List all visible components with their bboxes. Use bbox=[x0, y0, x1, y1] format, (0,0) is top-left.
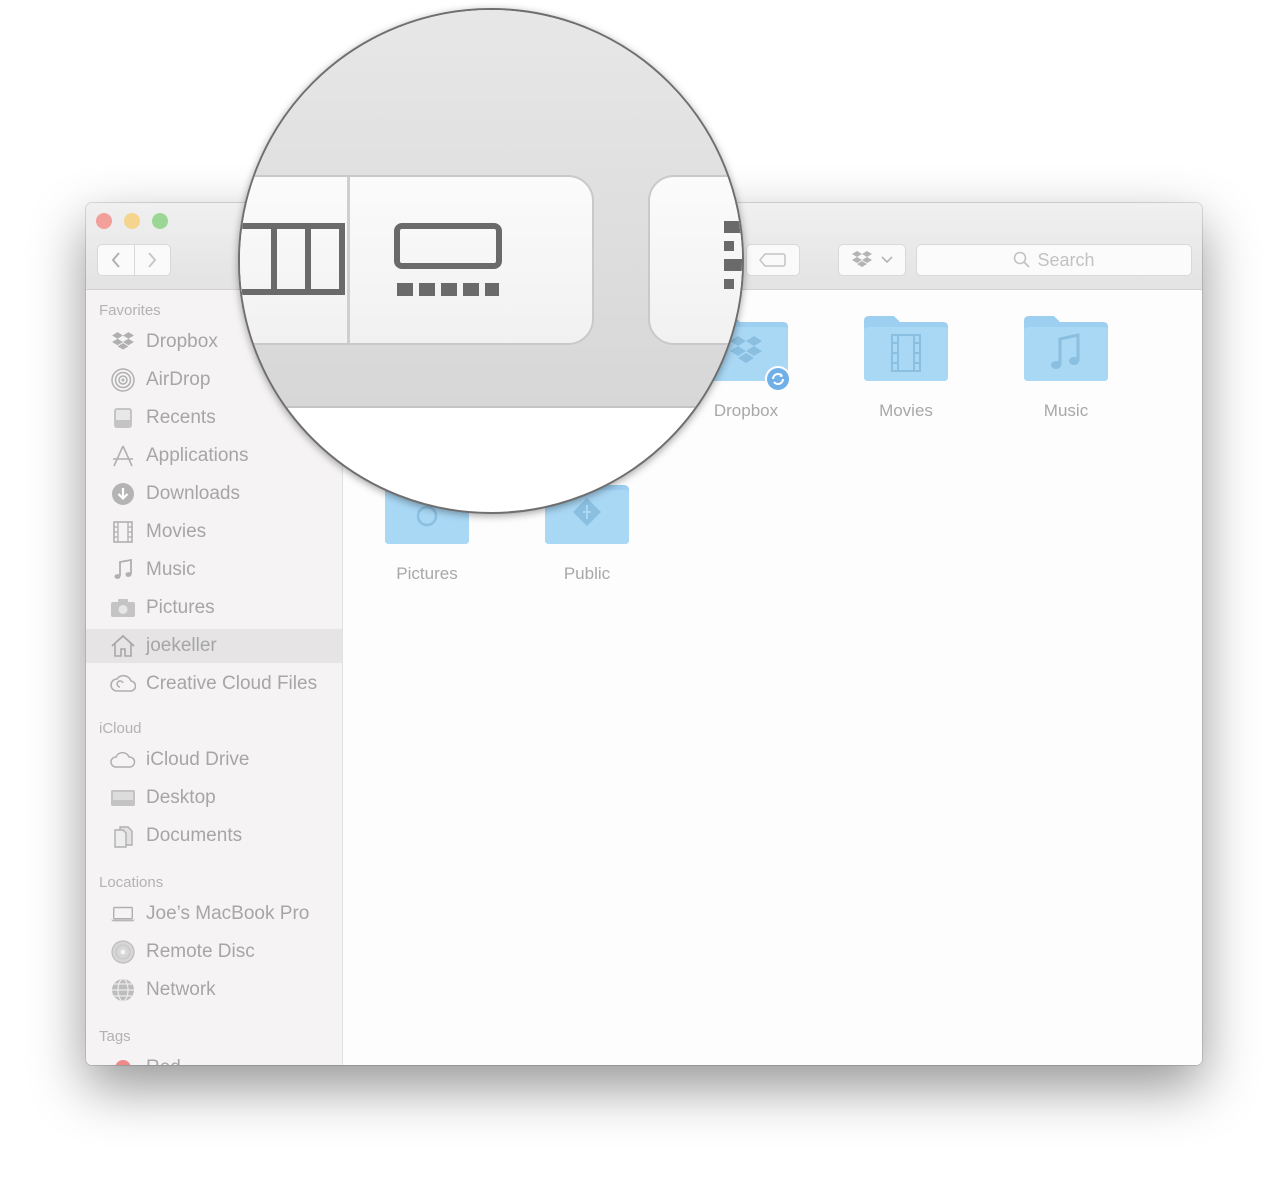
file-label: Pictures bbox=[396, 564, 458, 583]
sidebar-item-label: Documents bbox=[146, 825, 243, 846]
sidebar-item-macbook[interactable]: Joe’s MacBook Pro bbox=[86, 897, 342, 931]
gallery-view-icon[interactable] bbox=[394, 223, 504, 299]
file-label: Music bbox=[1043, 401, 1089, 420]
home-icon bbox=[110, 633, 136, 659]
search-placeholder: Search bbox=[1037, 249, 1095, 270]
search-field[interactable]: Search bbox=[916, 244, 1192, 276]
sidebar-item-label: Creative Cloud Files bbox=[146, 673, 318, 694]
back-button[interactable] bbox=[98, 245, 134, 275]
sidebar-item-pictures[interactable]: Pictures bbox=[86, 591, 342, 625]
cloud-icon bbox=[110, 747, 136, 773]
magnifier-callout bbox=[238, 8, 744, 514]
sidebar-item-label: Applications bbox=[146, 445, 249, 466]
sync-badge-icon bbox=[765, 366, 791, 392]
network-icon bbox=[110, 977, 136, 1003]
chevron-left-icon bbox=[111, 252, 120, 268]
sidebar-item-tag-red[interactable]: Red bbox=[86, 1051, 342, 1065]
dropbox-icon bbox=[110, 329, 136, 355]
sidebar-item-label: joekeller bbox=[146, 635, 217, 656]
file-label: Public bbox=[563, 564, 611, 583]
column-view-icon bbox=[242, 223, 345, 295]
sidebar-item-label: Remote Disc bbox=[146, 941, 255, 962]
sidebar-item-label: iCloud Drive bbox=[146, 749, 250, 770]
sidebar-item-music[interactable]: Music bbox=[86, 553, 342, 587]
sidebar-item-network[interactable]: Network bbox=[86, 973, 342, 1007]
airdrop-icon bbox=[110, 367, 136, 393]
sidebar-item-label: Desktop bbox=[146, 787, 216, 808]
chevron-right-icon bbox=[148, 252, 157, 268]
disc-icon bbox=[110, 939, 136, 965]
edit-tags-button[interactable] bbox=[746, 244, 800, 276]
sidebar-item-documents[interactable]: Documents bbox=[86, 819, 342, 853]
sidebar-item-label: Network bbox=[146, 979, 216, 1000]
navigation-buttons bbox=[97, 244, 171, 276]
sidebar-item-movies[interactable]: Movies bbox=[86, 515, 342, 549]
desktop-icon bbox=[110, 785, 136, 811]
sidebar-item-label: Movies bbox=[146, 521, 207, 542]
applications-icon bbox=[110, 443, 136, 469]
tag-icon bbox=[759, 253, 786, 267]
sidebar-item-downloads[interactable]: Downloads bbox=[86, 477, 342, 511]
segment-divider bbox=[347, 177, 350, 343]
sidebar-item-label: Downloads bbox=[146, 483, 240, 504]
section-favorites: Favorites bbox=[99, 302, 161, 319]
sidebar-item-label: AirDrop bbox=[146, 369, 211, 390]
magnified-group-control bbox=[648, 175, 742, 345]
sidebar-item-creative-cloud-files[interactable]: Creative Cloud Files bbox=[86, 667, 342, 701]
sidebar-item-label: Recents bbox=[146, 407, 216, 428]
magnified-toolbar bbox=[240, 10, 742, 408]
music-icon bbox=[110, 557, 136, 583]
zoom-window-button[interactable] bbox=[152, 213, 168, 229]
section-locations: Locations bbox=[99, 874, 164, 891]
chevron-down-icon bbox=[881, 256, 893, 264]
movies-folder-icon bbox=[862, 313, 950, 383]
magnified-view-control bbox=[240, 175, 594, 345]
sidebar-item-label: Music bbox=[146, 559, 196, 580]
music-folder-icon bbox=[1022, 313, 1110, 383]
file-label: Movies bbox=[879, 401, 933, 420]
section-icloud: iCloud bbox=[99, 720, 142, 737]
sidebar-item-label: Red bbox=[146, 1057, 181, 1065]
section-tags: Tags bbox=[99, 1028, 131, 1045]
movies-icon bbox=[110, 519, 136, 545]
dropbox-menu-button[interactable] bbox=[838, 244, 906, 276]
pictures-icon bbox=[110, 595, 136, 621]
forward-button[interactable] bbox=[133, 245, 171, 275]
sidebar-item-icloud-drive[interactable]: iCloud Drive bbox=[86, 743, 342, 777]
sidebar-item-remote-disc[interactable]: Remote Disc bbox=[86, 935, 342, 969]
sidebar-item-desktop[interactable]: Desktop bbox=[86, 781, 342, 815]
folder-item-movies[interactable]: Movies bbox=[836, 313, 976, 421]
laptop-icon bbox=[110, 901, 136, 927]
documents-icon bbox=[110, 823, 136, 849]
dropbox-icon bbox=[852, 251, 872, 267]
group-by-icon bbox=[724, 221, 742, 289]
folder-item-music[interactable]: Music bbox=[996, 313, 1136, 421]
downloads-icon bbox=[110, 481, 136, 507]
sidebar-item-joekeller[interactable]: joekeller bbox=[86, 629, 342, 663]
close-window-button[interactable] bbox=[96, 213, 112, 229]
minimize-window-button[interactable] bbox=[124, 213, 140, 229]
sidebar-item-label: Pictures bbox=[146, 597, 215, 618]
sidebar-item-applications[interactable]: Applications bbox=[86, 439, 342, 473]
tag-color-dot bbox=[110, 1055, 136, 1065]
creative-cloud-icon bbox=[110, 671, 136, 697]
search-icon bbox=[1014, 251, 1031, 268]
sidebar-item-label: Joe’s MacBook Pro bbox=[146, 903, 310, 924]
recents-icon bbox=[110, 405, 136, 431]
sidebar-item-label: Dropbox bbox=[146, 331, 218, 352]
